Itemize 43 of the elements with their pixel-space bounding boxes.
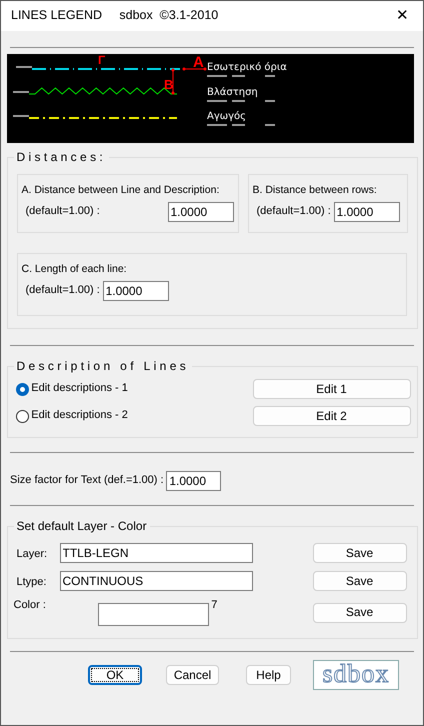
number-field[interactable]: 1.0000 [166,471,222,492]
default-hint: (default=1.00) : [26,205,101,219]
text-field[interactable]: CONTINUOUS [60,571,252,592]
group-title: Description of Lines [14,358,192,374]
logo: sdbox [313,660,399,690]
window-title: LINES LEGEND sdbox ©3.1-2010 [11,8,218,24]
save-button[interactable]: Save [312,571,406,592]
radio-label: Edit descriptions - 1 [31,382,128,396]
radio-label: Edit descriptions - 2 [31,409,128,424]
color-number: 7 [211,599,218,613]
radio-button[interactable] [16,410,28,423]
line-description: Εσωτερικό όρια [206,62,286,73]
dimension-a-drawing [182,68,206,70]
save-button[interactable]: Save [312,602,406,623]
field-label: Color : [14,599,47,613]
dimension-letter: B [164,77,173,92]
number-field[interactable]: 1.0000 [168,202,234,222]
edit-button[interactable]: Edit 2 [252,406,410,426]
dialog-button[interactable]: Cancel [166,665,219,686]
field-label: A. Distance between Line and Description: [22,184,220,198]
line-description: Αγωγός [206,111,246,122]
color-swatch[interactable] [98,603,208,626]
radio-button[interactable] [16,382,28,396]
edit-button[interactable]: Edit 1 [252,379,410,400]
dialog-button[interactable]: OK [88,665,142,686]
close-button[interactable]: ✕ [392,6,413,26]
field-label: Ltype: [16,575,48,590]
group-title: Set default Layer - Color [14,518,150,534]
default-hint: (default=1.00) : [26,284,100,298]
field-label: Layer: [16,547,48,562]
dialog-button[interactable]: Help [246,665,291,686]
field-label: C. Length of each line: [22,263,128,276]
field-label: B. Distance between rows: [252,184,378,198]
dimension-letter: A [192,54,204,71]
default-hint: (default=1.00) : [256,205,331,219]
field-label: Size factor for Text (def.=1.00) : [10,474,164,488]
line-description: Βλάστηση [206,87,258,98]
text-field[interactable]: TTLB-LEGN [60,543,252,564]
save-button[interactable]: Save [312,543,406,564]
number-field[interactable]: 1.0000 [102,281,169,302]
dimension-letter: Γ [98,54,105,67]
dimension-b-drawing [171,68,174,94]
number-field[interactable]: 1.0000 [334,202,400,222]
